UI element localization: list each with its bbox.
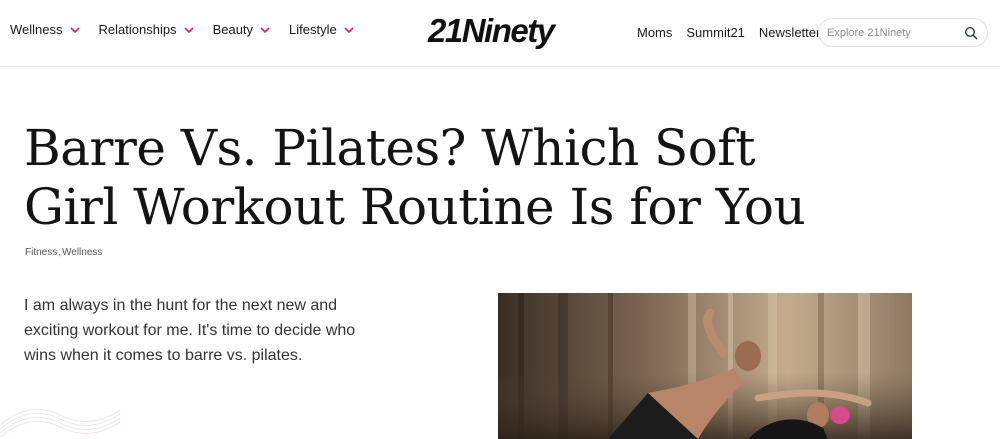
site-logo[interactable]: 21Ninety <box>428 10 573 52</box>
nav-link-moms[interactable]: Moms <box>637 25 672 40</box>
category-link-fitness[interactable]: Fitness <box>25 247 57 258</box>
chevron-down-icon <box>69 24 81 36</box>
nav-link-newsletter[interactable]: Newsletter <box>759 25 820 40</box>
nav-item-label: Wellness <box>10 22 63 37</box>
search-box <box>818 18 988 47</box>
nav-item-label: Relationships <box>98 22 177 37</box>
search-input[interactable] <box>827 24 962 42</box>
primary-nav: Wellness Relationships Beauty Lifestyle <box>10 22 373 37</box>
nav-link-summit21[interactable]: Summit21 <box>686 25 745 40</box>
nav-item-label: Beauty <box>212 22 254 37</box>
logo-text: 21Ninety <box>428 12 555 49</box>
site-header: Wellness Relationships Beauty Lifestyle … <box>0 0 1000 67</box>
nav-item-lifestyle[interactable]: Lifestyle <box>289 22 355 37</box>
chevron-down-icon <box>259 24 271 36</box>
article-hero-image <box>498 293 912 439</box>
secondary-nav: Moms Summit21 Newsletter <box>637 25 834 40</box>
chevron-down-icon <box>343 24 355 36</box>
article-title: Barre Vs. Pilates? Which Soft Girl Worko… <box>24 119 806 236</box>
nav-item-beauty[interactable]: Beauty <box>213 22 271 37</box>
article-intro: I am always in the hunt for the next new… <box>24 297 356 364</box>
nav-item-label: Lifestyle <box>289 22 337 37</box>
search-icon[interactable] <box>964 26 978 40</box>
nav-item-wellness[interactable]: Wellness <box>10 22 81 37</box>
nav-item-relationships[interactable]: Relationships <box>99 22 195 37</box>
chevron-down-icon <box>183 24 195 36</box>
article-categories: Fitness,Wellness <box>25 247 102 258</box>
decorative-wave <box>0 395 121 439</box>
category-separator: , <box>58 247 62 258</box>
category-link-wellness[interactable]: Wellness <box>62 247 102 258</box>
